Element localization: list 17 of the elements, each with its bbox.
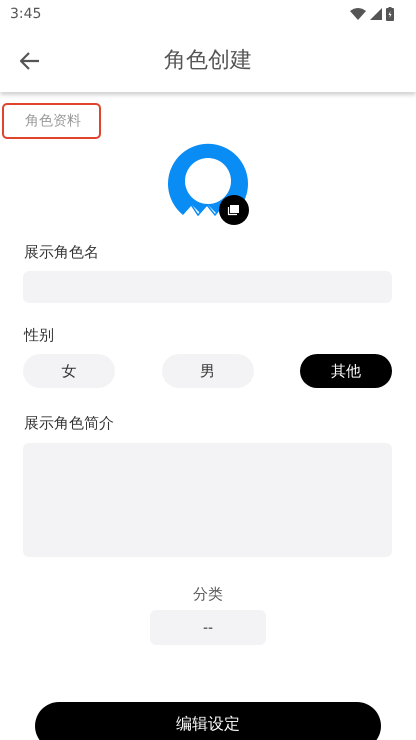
field-label: 展示角色名 <box>23 242 100 263</box>
back-button[interactable] <box>18 50 42 72</box>
field-label: 展示角色简介 <box>23 413 115 434</box>
gender-option[interactable]: 男 <box>162 354 254 388</box>
wifi-icon <box>350 8 366 20</box>
photo-icon[interactable] <box>219 195 249 225</box>
category-select[interactable]: -- <box>150 610 266 645</box>
section-label: 角色资料 <box>2 103 101 139</box>
edit-settings-button[interactable]: 编辑设定 <box>35 702 381 740</box>
field-label: 分类 <box>193 585 223 604</box>
battery-icon <box>386 7 394 21</box>
gender-option[interactable]: 女 <box>23 354 115 388</box>
signal-icon <box>370 8 382 20</box>
status-time: 3:45 <box>10 6 42 22</box>
gender-option[interactable]: 其他 <box>300 354 392 388</box>
field-label: 性别 <box>22 325 55 346</box>
page-title: 角色创建 <box>164 47 252 75</box>
